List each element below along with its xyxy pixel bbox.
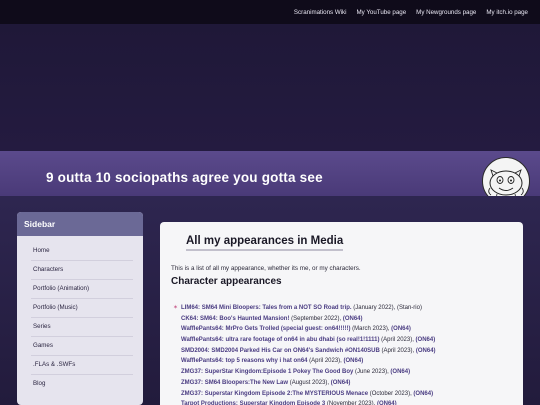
entry-creator: WafflePants64: <box>181 358 224 365</box>
list-item: CK64: SM64: Boo's Haunted Mansion! (Sept… <box>173 314 518 325</box>
entry-creator: CK64: <box>181 315 199 322</box>
sidebar-item-portfolio-music[interactable]: Portfolio (Music) <box>31 299 133 318</box>
entry-creator: SMD2004: <box>181 347 210 354</box>
banner-title: 9 outta 10 sociopaths agree you gotta se… <box>46 170 323 185</box>
nav-link-newgrounds[interactable]: My Newgrounds page <box>416 9 476 16</box>
entry-video-link[interactable]: MrPro Gets Trolled (special guest: on64!… <box>225 326 350 332</box>
entry-note: (Stan-rio) <box>396 305 422 311</box>
section-heading: Character appearances <box>171 276 282 287</box>
list-item: ZMG37: Superstar Kingdom Episode 2:The M… <box>173 389 518 400</box>
entry-video-link[interactable]: SM64 Mini Bloopers: Tales from a NOT SO … <box>202 305 352 311</box>
entry-video-link[interactable]: Superstar Kingdom Episode 2:The MYSTERIO… <box>205 391 368 397</box>
list-item: WafflePants64: top 5 reasons why i hat o… <box>173 356 518 367</box>
entry-video-link[interactable]: SM64: Boo's Haunted Mansion! <box>200 316 289 322</box>
entry-video-link[interactable]: SM64 Bloopers:The New Law <box>205 380 288 386</box>
entry-date: (September 2022), <box>289 315 343 322</box>
entry-creator: Tarpot Productions: <box>181 401 238 405</box>
entry-video-link[interactable]: SuperStar Kingdom:Episode 1 Pokey The Go… <box>205 369 354 375</box>
list-item: ZMG37: SM64 Bloopers:The New Law (August… <box>173 378 518 389</box>
main-content: All my appearances in Media This is a li… <box>160 222 523 405</box>
sidebar-item-games[interactable]: Games <box>31 337 133 356</box>
entry-creator: WafflePants64: <box>181 337 224 344</box>
sidebar-item-portfolio-animation[interactable]: Portfolio (Animation) <box>31 280 133 299</box>
entry-creator: WafflePants64: <box>181 326 224 333</box>
entry-channel: (ON64) <box>415 337 436 344</box>
sidebar-heading: Sidebar <box>17 212 143 236</box>
entry-date: (April 2023), <box>307 358 344 365</box>
top-navigation: Scranimations Wiki My YouTube page My Ne… <box>0 0 540 24</box>
page-title: All my appearances in Media <box>186 235 344 251</box>
sidebar-item-series[interactable]: Series <box>31 318 133 337</box>
entry-creator: LIM64: <box>181 305 201 311</box>
entry-date: (June 2023), <box>353 369 391 376</box>
hero-area <box>0 24 540 151</box>
entry-channel: (ON64) <box>376 401 397 405</box>
entry-video-link[interactable]: top 5 reasons why i hat on64 <box>225 358 307 364</box>
list-item: ✶ LIM64: SM64 Mini Bloopers: Tales from a… <box>173 303 518 314</box>
entry-date: (April 2023), <box>379 347 416 354</box>
entry-channel: (ON64) <box>391 326 411 333</box>
entry-creator: ZMG37: <box>181 390 204 397</box>
entry-video-link[interactable]: ultra rare footage of on64 in abu dhabi … <box>225 337 379 343</box>
list-item: SMD2004: SMD2004 Parked His Car on ON64'… <box>173 346 518 357</box>
entry-video-link[interactable]: SMD2004 Parked His Car on ON64's Sandwic… <box>211 348 380 354</box>
entry-channel: (ON64) <box>330 379 351 386</box>
sidebar: Sidebar Home Characters Portfolio (Anima… <box>17 212 143 405</box>
sidebar-item-flas-swfs[interactable]: .FLAs & .SWFs <box>31 356 133 375</box>
sidebar-item-home[interactable]: Home <box>31 242 133 261</box>
nav-link-wiki[interactable]: Scranimations Wiki <box>294 9 347 16</box>
entry-channel: (ON64) <box>413 390 434 397</box>
appearance-list: ✶ LIM64: SM64 Mini Bloopers: Tales from a… <box>173 303 518 405</box>
nav-link-itchio[interactable]: My itch.io page <box>486 9 528 16</box>
entry-date: (August 2023), <box>288 379 331 386</box>
entry-date: (March 2023), <box>350 326 392 333</box>
list-item: WafflePants64: ultra rare footage of on6… <box>173 335 518 346</box>
star-bullet-icon: ✶ <box>173 305 179 311</box>
list-item: Tarpot Productions: Superstar Kingdom Ep… <box>173 399 518 405</box>
sidebar-menu: Home Characters Portfolio (Animation) Po… <box>17 236 143 393</box>
entry-channel: (ON64) <box>390 369 411 376</box>
intro-text: This is a list of all my appearance, whe… <box>171 265 361 272</box>
entry-channel: (ON64) <box>415 347 436 354</box>
entry-video-link[interactable]: Superstar Kingdom Episode 3 <box>240 401 326 405</box>
entry-channel: (ON64) <box>343 358 364 365</box>
entry-creator: ZMG37: <box>181 369 204 376</box>
nav-link-youtube[interactable]: My YouTube page <box>357 9 407 16</box>
sidebar-item-blog[interactable]: Blog <box>31 375 133 393</box>
list-item: ZMG37: SuperStar Kingdom:Episode 1 Pokey… <box>173 367 518 378</box>
list-item: WafflePants64: MrPro Gets Trolled (speci… <box>173 324 518 335</box>
entry-date: (January 2022), <box>351 305 397 311</box>
entry-creator: ZMG37: <box>181 379 204 386</box>
entry-channel: (ON64) <box>342 315 363 322</box>
entry-date: (April 2023), <box>379 337 416 344</box>
entry-date: (October 2023), <box>368 390 414 397</box>
entry-date: (November 2023), <box>325 401 377 405</box>
sidebar-item-characters[interactable]: Characters <box>31 261 133 280</box>
